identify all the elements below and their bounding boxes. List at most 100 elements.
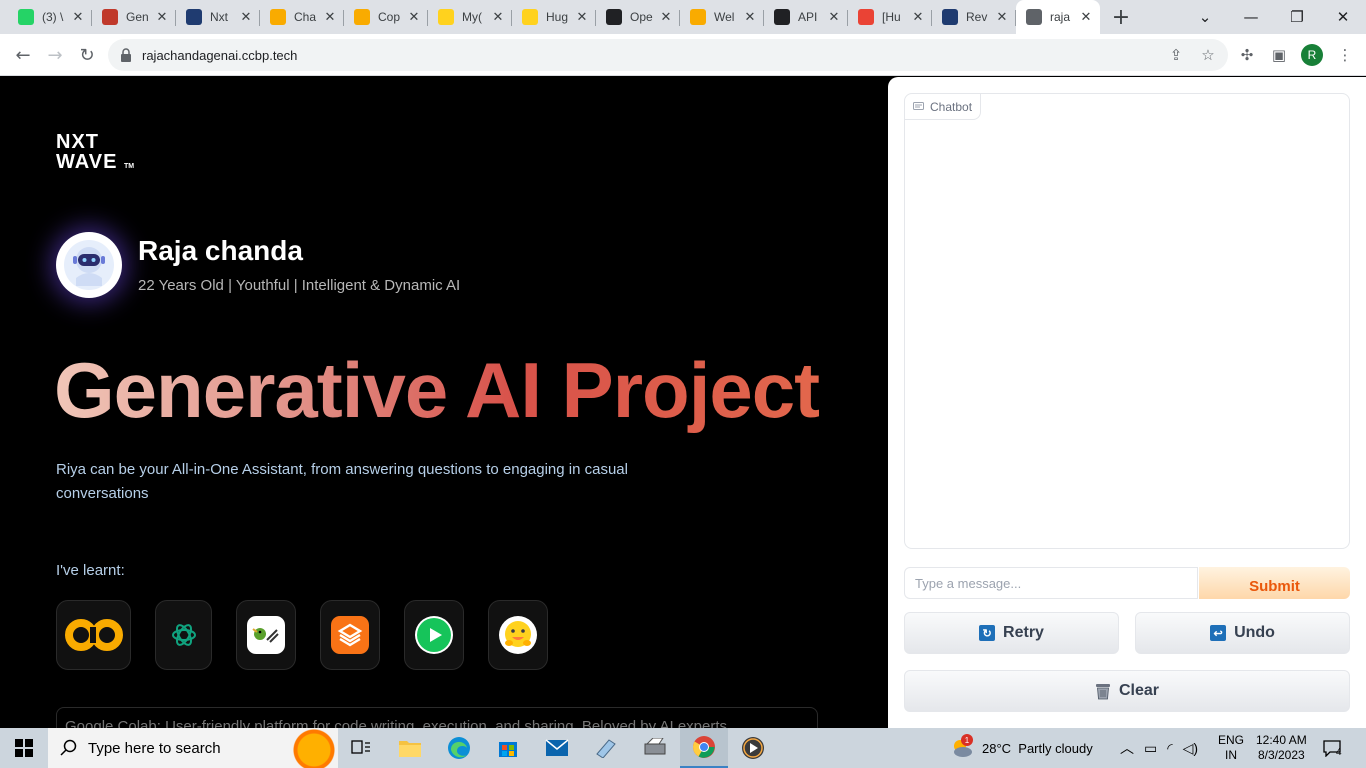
nxtwave-icon: [942, 9, 958, 25]
hero-title: Generative AI Project: [54, 346, 820, 434]
reload-button[interactable]: ↻: [72, 40, 102, 70]
colab-skill-button[interactable]: [56, 600, 131, 670]
extensions-icon[interactable]: ✣: [1236, 44, 1258, 66]
mail-icon[interactable]: [533, 728, 581, 768]
forward-button[interactable]: →: [40, 40, 70, 70]
langchain-skill-button[interactable]: [236, 600, 296, 670]
browser-tab[interactable]: Hug ✕: [512, 0, 596, 34]
chrome-icon[interactable]: [680, 728, 728, 768]
browser-tab[interactable]: Gen ✕: [92, 0, 176, 34]
close-tab-icon[interactable]: ✕: [1078, 9, 1094, 25]
battery-icon[interactable]: ▭: [1144, 740, 1157, 757]
globe-icon: [1026, 9, 1042, 25]
url-text: rajachandagenai.ccbp.tech: [142, 47, 298, 63]
language-indicator[interactable]: ENG IN: [1218, 728, 1244, 768]
browser-toolbar: ← → ↻ rajachandagenai.ccbp.tech ⇪ ☆ ✣ ▣ …: [0, 34, 1366, 76]
task-view-icon[interactable]: [337, 728, 385, 768]
tab-search-button[interactable]: ⌄: [1182, 0, 1228, 34]
openai-icon: [774, 9, 790, 25]
tab-list: (3) \ ✕ Gen ✕ Nxt ✕ Cha ✕ Cop ✕ My(✕ Hug ✕ Ope ✕ Wel ✕ AP…: [0, 0, 1100, 34]
undo-button[interactable]: ↩ Undo: [1135, 612, 1350, 654]
close-tab-icon[interactable]: ✕: [910, 9, 926, 25]
huggingface-skill-button[interactable]: [488, 600, 548, 670]
browser-tab[interactable]: Cop ✕: [344, 0, 428, 34]
browser-tab[interactable]: raja ✕: [1016, 0, 1100, 34]
close-tab-icon[interactable]: ✕: [742, 9, 758, 25]
tab-title: Cop: [378, 10, 401, 24]
close-tab-icon[interactable]: ✕: [70, 9, 86, 25]
logo-line-1: NXT: [56, 131, 99, 153]
browser-tab[interactable]: My(✕: [428, 0, 512, 34]
close-tab-icon[interactable]: ✕: [154, 9, 170, 25]
close-tab-icon[interactable]: ✕: [406, 9, 422, 25]
minimize-button[interactable]: —: [1228, 0, 1274, 34]
chevron-up-icon[interactable]: ︿: [1120, 738, 1134, 758]
microsoft-store-icon[interactable]: [484, 728, 532, 768]
message-input[interactable]: [904, 567, 1198, 599]
trash-icon: [1095, 683, 1110, 699]
new-tab-button[interactable]: +: [1104, 0, 1138, 34]
clock-time: 12:40 AM: [1256, 733, 1307, 747]
browser-tab[interactable]: (3) \ ✕: [8, 0, 92, 34]
wifi-icon[interactable]: ◜: [1167, 740, 1172, 757]
share-icon[interactable]: ⇪: [1165, 44, 1187, 66]
huggingface-icon: [522, 9, 538, 25]
gradio-skill-button[interactable]: [320, 600, 380, 670]
bus-icon: [102, 9, 118, 25]
side-panel-icon[interactable]: ▣: [1268, 44, 1290, 66]
browser-tab[interactable]: Nxt ✕: [176, 0, 260, 34]
volume-icon[interactable]: ◁): [1183, 740, 1198, 757]
start-button[interactable]: [0, 728, 48, 768]
close-tab-icon[interactable]: ✕: [658, 9, 674, 25]
taskbar-search-box[interactable]: Type here to search: [48, 728, 338, 768]
close-tab-icon[interactable]: ✕: [322, 9, 338, 25]
close-tab-icon[interactable]: ✕: [574, 9, 590, 25]
nxtwave-logo: NXT WAVE TM: [56, 132, 134, 177]
printer-app-icon[interactable]: [631, 728, 679, 768]
tab-title: Rev: [966, 10, 988, 24]
close-tab-icon[interactable]: ✕: [826, 9, 842, 25]
close-window-button[interactable]: ✕: [1320, 0, 1366, 34]
browser-tab[interactable]: API ✕: [764, 0, 848, 34]
submit-button[interactable]: Submit: [1199, 567, 1350, 599]
browser-tab[interactable]: Wel ✕: [680, 0, 764, 34]
logo-line-2: WAVE: [56, 151, 118, 173]
play-skill-button[interactable]: [404, 600, 464, 670]
edge-icon[interactable]: [435, 728, 483, 768]
address-bar[interactable]: rajachandagenai.ccbp.tech: [108, 39, 1228, 71]
openai-skill-button[interactable]: [155, 600, 212, 670]
browser-tab[interactable]: [Hu ✕: [848, 0, 932, 34]
clock[interactable]: 12:40 AM 8/3/2023: [1256, 728, 1307, 768]
huggingface-icon: [499, 616, 537, 654]
chatbot-label: Chatbot: [905, 94, 982, 120]
retry-button[interactable]: ↻ Retry: [904, 612, 1119, 654]
tab-title: Hug: [546, 10, 569, 24]
skill-description-card: Google Colab: User-friendly platform for…: [56, 707, 818, 728]
back-button[interactable]: ←: [8, 40, 38, 70]
notification-center-button[interactable]: 4: [1322, 728, 1342, 768]
search-icon: [60, 739, 77, 756]
close-tab-icon[interactable]: ✕: [490, 9, 506, 25]
browser-tab[interactable]: Rev ✕: [932, 0, 1016, 34]
close-tab-icon[interactable]: ✕: [238, 9, 254, 25]
notes-app-icon[interactable]: [582, 728, 630, 768]
openai-icon: [171, 624, 196, 646]
language-code: ENG: [1218, 733, 1245, 747]
weather-cloud-icon: 1: [950, 734, 974, 758]
maximize-button[interactable]: ❐: [1274, 0, 1320, 34]
tab-title: raja: [1050, 10, 1071, 24]
menu-icon[interactable]: ⋮: [1334, 44, 1356, 66]
colab-icon: [270, 9, 286, 25]
profile-avatar[interactable]: R: [1301, 44, 1323, 66]
file-explorer-icon[interactable]: [386, 728, 434, 768]
tab-strip: (3) \ ✕ Gen ✕ Nxt ✕ Cha ✕ Cop ✕ My(✕ Hug ✕ Ope ✕ Wel ✕ AP…: [0, 0, 1366, 34]
clear-button[interactable]: Clear: [904, 670, 1350, 712]
close-tab-icon[interactable]: ✕: [994, 9, 1010, 25]
browser-tab[interactable]: Cha ✕: [260, 0, 344, 34]
browser-tab[interactable]: Ope ✕: [596, 0, 680, 34]
bookmark-star-icon[interactable]: ☆: [1197, 44, 1219, 66]
assistant-tagline: 22 Years Old | Youthful | Intelligent & …: [138, 277, 461, 294]
weather-widget[interactable]: 1 28°C Partly cloudy: [950, 728, 1093, 768]
media-player-icon[interactable]: [729, 728, 777, 768]
chatbot-conversation[interactable]: Chatbot: [904, 93, 1350, 549]
